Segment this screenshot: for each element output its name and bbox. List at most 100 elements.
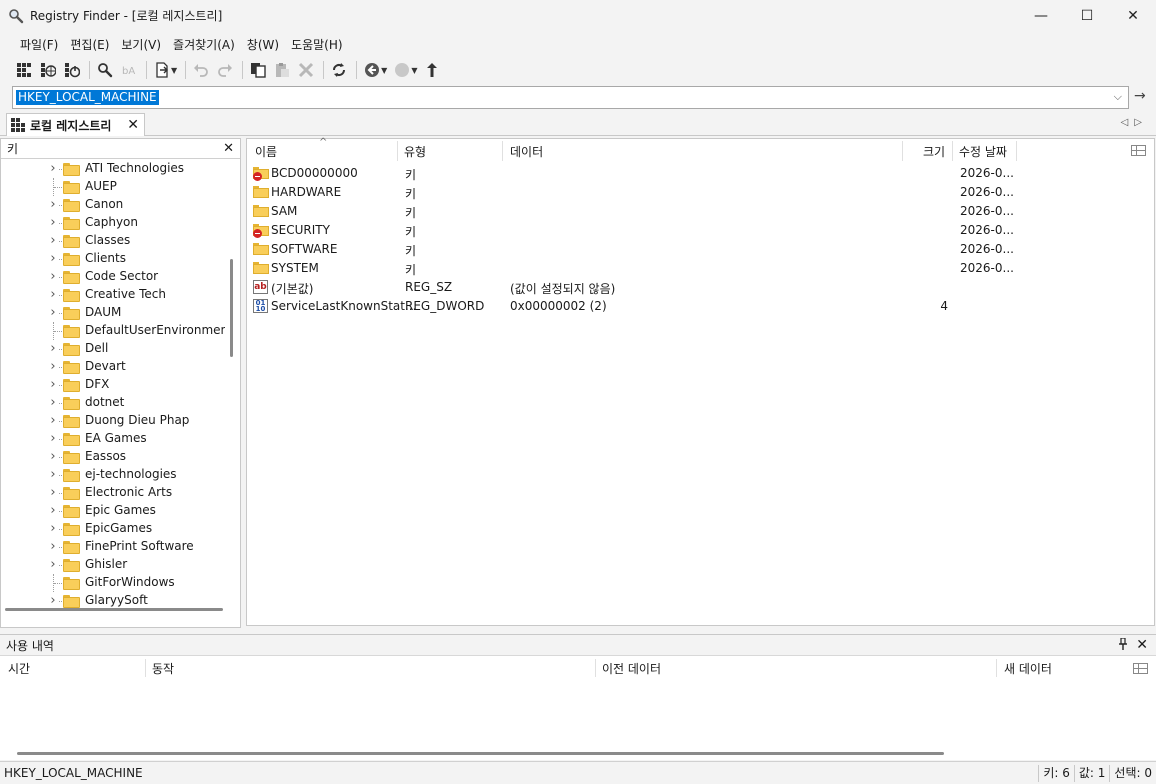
expand-chevron-icon[interactable]: › bbox=[48, 592, 58, 608]
forward-dropdown-icon[interactable]: ▼ bbox=[411, 66, 417, 75]
column-data[interactable]: 데이터 bbox=[510, 143, 543, 160]
replace-icon[interactable]: bA bbox=[118, 59, 140, 81]
column-divider[interactable] bbox=[952, 141, 953, 161]
value-row[interactable]: HARDWARE 키 2026-0... bbox=[247, 183, 1154, 202]
history-horizontal-scrollbar[interactable] bbox=[17, 752, 944, 755]
expand-chevron-icon[interactable]: › bbox=[48, 466, 58, 484]
close-window-button[interactable]: ✕ bbox=[1110, 0, 1156, 31]
close-history-icon[interactable]: ✕ bbox=[1136, 637, 1148, 653]
menu-edit[interactable]: 편집(E) bbox=[70, 34, 109, 55]
column-type[interactable]: 유형 bbox=[404, 143, 426, 160]
column-divider[interactable] bbox=[595, 659, 596, 677]
expand-chevron-icon[interactable]: › bbox=[48, 538, 58, 556]
expand-chevron-icon[interactable]: › bbox=[48, 160, 58, 178]
value-row[interactable]: SOFTWARE 키 2026-0... bbox=[247, 240, 1154, 259]
up-icon[interactable] bbox=[421, 59, 443, 81]
history-column-new-data[interactable]: 새 데이터 bbox=[1004, 660, 1052, 677]
tree-item[interactable]: › EpicGames bbox=[1, 520, 225, 538]
address-bar[interactable]: HKEY_LOCAL_MACHINE ⌵ bbox=[12, 86, 1129, 109]
history-column-action[interactable]: 동작 bbox=[152, 660, 174, 677]
expand-chevron-icon[interactable]: › bbox=[48, 394, 58, 412]
column-divider[interactable] bbox=[996, 659, 997, 677]
value-row[interactable]: SYSTEM 키 2026-0... bbox=[247, 259, 1154, 278]
column-divider[interactable] bbox=[902, 141, 903, 161]
tree-item[interactable]: › Epic Games bbox=[1, 502, 225, 520]
menu-window[interactable]: 창(W) bbox=[247, 34, 279, 55]
find-icon[interactable] bbox=[94, 59, 116, 81]
address-value[interactable]: HKEY_LOCAL_MACHINE bbox=[16, 90, 159, 105]
column-size[interactable]: 크기 bbox=[923, 143, 945, 160]
tree-item[interactable]: › Duong Dieu Phap bbox=[1, 412, 225, 430]
close-panel-icon[interactable]: ✕ bbox=[223, 141, 234, 156]
menu-file[interactable]: 파일(F) bbox=[20, 34, 58, 55]
column-modified[interactable]: 수정 날짜 bbox=[959, 143, 1007, 160]
tree-item[interactable]: › Code Sector bbox=[1, 268, 225, 286]
expand-chevron-icon[interactable]: › bbox=[48, 214, 58, 232]
tree-item[interactable]: › Canon bbox=[1, 196, 225, 214]
tree-item[interactable]: › Classes bbox=[1, 232, 225, 250]
tree-item[interactable]: › ATI Technologies bbox=[1, 160, 225, 178]
refresh-icon[interactable] bbox=[328, 59, 350, 81]
new-local-registry-icon[interactable] bbox=[13, 59, 35, 81]
back-dropdown-icon[interactable]: ▼ bbox=[381, 66, 387, 75]
column-divider[interactable] bbox=[145, 659, 146, 677]
tree-item[interactable]: › DAUM bbox=[1, 304, 225, 322]
value-row[interactable]: SAM 키 2026-0... bbox=[247, 202, 1154, 221]
expand-chevron-icon[interactable]: › bbox=[48, 304, 58, 322]
column-name[interactable]: 이름 bbox=[255, 143, 277, 160]
expand-chevron-icon[interactable]: › bbox=[48, 196, 58, 214]
column-divider[interactable] bbox=[397, 141, 398, 161]
expand-chevron-icon[interactable]: › bbox=[48, 484, 58, 502]
expand-chevron-icon[interactable]: › bbox=[48, 268, 58, 286]
column-divider[interactable] bbox=[502, 141, 503, 161]
copy-icon[interactable] bbox=[247, 59, 269, 81]
paste-icon[interactable] bbox=[271, 59, 293, 81]
registry-file-icon[interactable] bbox=[61, 59, 83, 81]
export-dropdown-icon[interactable]: ▼ bbox=[171, 66, 177, 75]
expand-chevron-icon[interactable]: › bbox=[48, 430, 58, 448]
tree-vertical-scrollbar[interactable] bbox=[230, 259, 233, 357]
value-row[interactable]: ab (기본값) REG_SZ (값이 설정되지 않음) bbox=[247, 278, 1154, 297]
maximize-button[interactable]: ☐ bbox=[1064, 0, 1110, 31]
minimize-button[interactable]: — bbox=[1018, 0, 1064, 31]
tree-item[interactable]: › Eassos bbox=[1, 448, 225, 466]
tree-item[interactable]: DefaultUserEnvironment bbox=[1, 322, 225, 340]
expand-chevron-icon[interactable]: › bbox=[48, 376, 58, 394]
expand-chevron-icon[interactable]: › bbox=[48, 502, 58, 520]
value-row[interactable]: 01 10 ServiceLastKnownStat... REG_DWORD 0x00… bbox=[247, 297, 1154, 316]
undo-icon[interactable] bbox=[190, 59, 212, 81]
tree-item[interactable]: AUEP bbox=[1, 178, 225, 196]
value-row[interactable]: BCD00000000 키 2026-0... bbox=[247, 164, 1154, 183]
history-column-chooser-icon[interactable] bbox=[1133, 663, 1148, 674]
column-divider[interactable] bbox=[1016, 141, 1017, 161]
tree-item[interactable]: › Clients bbox=[1, 250, 225, 268]
export-icon[interactable] bbox=[151, 59, 173, 81]
expand-chevron-icon[interactable]: › bbox=[48, 520, 58, 538]
menu-view[interactable]: 보기(V) bbox=[121, 34, 161, 55]
delete-icon[interactable] bbox=[295, 59, 317, 81]
go-arrow-icon[interactable]: → bbox=[1134, 88, 1146, 104]
remote-registry-icon[interactable] bbox=[37, 59, 59, 81]
tree-item[interactable]: › EA Games bbox=[1, 430, 225, 448]
tree-item[interactable]: › GlaryySoft bbox=[1, 592, 225, 608]
value-row[interactable]: SECURITY 키 2026-0... bbox=[247, 221, 1154, 240]
expand-chevron-icon[interactable]: › bbox=[48, 340, 58, 358]
tree-item[interactable]: › Ghisler bbox=[1, 556, 225, 574]
tree-item[interactable]: › dotnet bbox=[1, 394, 225, 412]
tree-horizontal-scrollbar[interactable] bbox=[5, 608, 223, 611]
history-column-time[interactable]: 시간 bbox=[8, 660, 30, 677]
expand-chevron-icon[interactable]: › bbox=[48, 250, 58, 268]
close-tab-icon[interactable]: ✕ bbox=[127, 117, 139, 133]
menu-help[interactable]: 도움말(H) bbox=[291, 34, 343, 55]
redo-icon[interactable] bbox=[214, 59, 236, 81]
tree-item[interactable]: › Dell bbox=[1, 340, 225, 358]
tree-item[interactable]: › Electronic Arts bbox=[1, 484, 225, 502]
forward-icon[interactable] bbox=[391, 59, 413, 81]
tree-item[interactable]: › FinePrint Software bbox=[1, 538, 225, 556]
tree-item[interactable]: GitForWindows bbox=[1, 574, 225, 592]
tree-item[interactable]: › ej-technologies bbox=[1, 466, 225, 484]
chevron-down-icon[interactable]: ⌵ bbox=[1114, 90, 1122, 104]
tree-item[interactable]: › Devart bbox=[1, 358, 225, 376]
expand-chevron-icon[interactable]: › bbox=[48, 286, 58, 304]
history-column-old-data[interactable]: 이전 데이터 bbox=[602, 660, 661, 677]
